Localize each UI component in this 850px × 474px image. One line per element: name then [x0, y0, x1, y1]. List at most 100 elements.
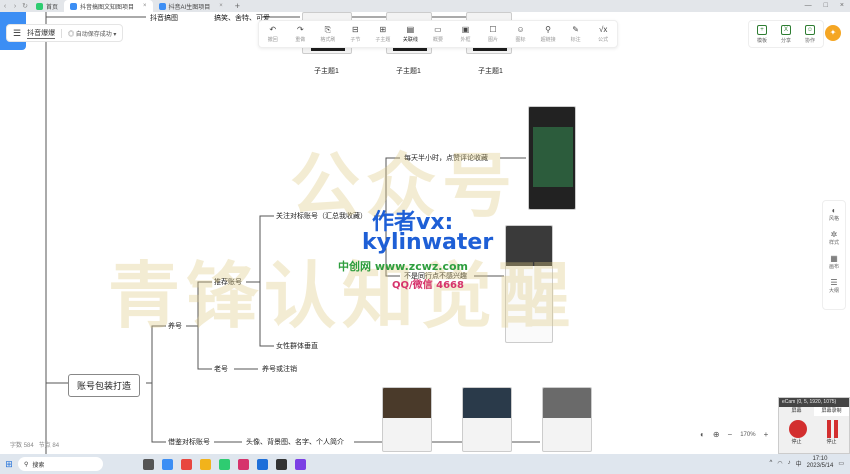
toolbar-label: 概要: [432, 37, 443, 43]
maximize-icon[interactable]: □: [824, 0, 828, 12]
toolbar-label: 子节: [350, 37, 361, 43]
toolbar-format-painter-button[interactable]: ⎘ 格式刷: [315, 25, 341, 43]
right-tool-label: 分享: [780, 37, 791, 44]
network-icon[interactable]: ◠: [777, 460, 782, 467]
doc-title[interactable]: 抖音爆爆: [27, 28, 56, 39]
subtopic-icon: ⊞: [379, 25, 387, 34]
subtopic-label[interactable]: 子主题1: [314, 66, 339, 76]
back-icon[interactable]: ‹: [0, 3, 10, 10]
share-button[interactable]: X 分享: [777, 24, 795, 44]
format-painter-icon: ⎘: [324, 25, 332, 34]
toolbar-redo-button[interactable]: ↷ 重做: [287, 25, 313, 43]
doc-stats: 字数 584 节点 84: [10, 440, 59, 449]
side-outline-button[interactable]: ☰ 大纲: [829, 278, 839, 294]
account-thumb[interactable]: [542, 387, 592, 452]
locate-icon[interactable]: ⊕: [713, 430, 720, 439]
stop-label: 停止: [791, 439, 802, 445]
toolbar-relation-line-button[interactable]: ▤ 关联线: [397, 25, 423, 43]
account-thumb[interactable]: [382, 387, 432, 452]
account-thumb[interactable]: [462, 387, 512, 452]
clock[interactable]: 17:10 2023/5/14: [807, 456, 834, 470]
template-button[interactable]: + 模板: [753, 24, 771, 44]
phone-screenshot-thumb[interactable]: [528, 106, 576, 210]
annotation-icon: ✎: [572, 25, 579, 34]
search-placeholder: 搜索: [32, 462, 45, 469]
tab-home[interactable]: 首页: [30, 0, 64, 12]
ime-indicator[interactable]: 中: [796, 459, 802, 468]
main-toolbar: ↶ 撤回 ↷ 重做 ⎘ 格式刷 ⊟ 子节 ⊞ 子主题 ▤ 关联线 ▭ 概要 ▣ 外框 ☐ 图片 ☺ 图标 ⚲ 超链接 ✎ 标注…: [258, 20, 618, 48]
assistant-icon[interactable]: ✦: [825, 25, 841, 41]
toolbar-annotation-button[interactable]: ✎ 标注: [563, 25, 589, 43]
close-window-icon[interactable]: ×: [840, 0, 844, 12]
wechat-icon[interactable]: [219, 458, 230, 470]
tray-chevron-icon[interactable]: ^: [770, 460, 773, 466]
toolbar-undo-button[interactable]: ↶ 撤回: [260, 25, 286, 43]
windows-start-icon[interactable]: ⊞: [0, 459, 18, 470]
recorder-labels: 停止 停止: [779, 438, 849, 445]
node-root[interactable]: 账号包装打造: [68, 374, 141, 397]
folder-icon[interactable]: [200, 458, 211, 470]
reload-icon[interactable]: ↻: [20, 2, 30, 10]
toolbar-icon-button[interactable]: ☺ 图标: [508, 25, 534, 43]
toolbar-child-node-button[interactable]: ⊟ 子节: [342, 25, 368, 43]
notification-icon[interactable]: ▭: [838, 460, 844, 467]
doc-header: ☰ 抖音爆爆 ◎ 自动保存成功 ▾: [6, 24, 124, 42]
hamburger-icon[interactable]: ☰: [13, 28, 21, 39]
node-duibiao-child[interactable]: 头像、背景图、名字、个人简介: [246, 437, 344, 447]
toolbar-hyperlink-button[interactable]: ⚲ 超链接: [535, 25, 561, 43]
tab-mindmap-active[interactable]: 抖音搞图文知图项目 ×: [64, 0, 153, 12]
save-status-text: 自动保存成功: [75, 31, 112, 38]
mindmap-canvas[interactable]: 抖音搞图 搞笑、舍特、可爱 子主题1 子主题1 子主题1 账号包装打造 养号 推…: [0, 12, 850, 454]
collaborate-button[interactable]: ☺ 协作: [801, 24, 819, 44]
forward-icon[interactable]: ›: [10, 3, 20, 10]
subtopic-label[interactable]: 子主题1: [478, 66, 503, 76]
close-tab-icon[interactable]: ×: [219, 3, 223, 9]
toolbar-subtopic-button[interactable]: ⊞ 子主题: [370, 25, 396, 43]
recorder-tab-record[interactable]: 屏幕录制: [814, 407, 849, 416]
recorder-app-icon[interactable]: [238, 458, 249, 470]
pause-button[interactable]: [826, 420, 840, 438]
edge-icon[interactable]: [162, 458, 173, 470]
zoom-out-button[interactable]: −: [728, 430, 733, 439]
save-status[interactable]: ◎ 自动保存成功 ▾: [68, 29, 116, 38]
theme-toggle-icon[interactable]: ◐: [700, 430, 705, 439]
app-icon[interactable]: [276, 458, 287, 470]
close-tab-icon[interactable]: ×: [143, 3, 147, 9]
toolbar-image-button[interactable]: ☐ 图片: [480, 25, 506, 43]
side-canvas-button[interactable]: ▦ 画布: [829, 254, 839, 270]
chrome-icon[interactable]: [181, 458, 192, 470]
ai-tab-icon: [158, 2, 166, 10]
side-panel-label: 样式: [828, 240, 839, 246]
app-icon[interactable]: [257, 458, 268, 470]
taskbar-apps: [143, 458, 306, 470]
toolbar-formula-button[interactable]: √x 公式: [590, 25, 616, 43]
tab-ai-project[interactable]: 抖音AI生图项目 ×: [153, 0, 229, 12]
minimize-icon[interactable]: —: [805, 0, 812, 12]
task-view-icon[interactable]: [143, 458, 154, 470]
zoom-in-button[interactable]: +: [764, 430, 769, 439]
taskbar-search[interactable]: ⚲ 搜索: [18, 457, 103, 471]
edge-root-duibiao: [151, 383, 166, 443]
tab-label: 抖音AI生图项目: [168, 4, 211, 11]
nodes-count: 84: [52, 443, 60, 449]
node-laohao-child[interactable]: 养号或注销: [262, 364, 297, 374]
new-tab-button[interactable]: +: [235, 1, 240, 11]
volume-icon[interactable]: ♪: [788, 460, 791, 466]
formula-icon: √x: [598, 25, 608, 34]
toolbar-label: 撤回: [267, 37, 278, 43]
record-stop-button[interactable]: [788, 420, 807, 438]
toolbar-summary-button[interactable]: ▭ 概要: [425, 25, 451, 43]
subtopic-label[interactable]: 子主题1: [396, 66, 421, 76]
node-laohao[interactable]: 老号: [214, 364, 228, 374]
node-top-partial[interactable]: 抖音搞图: [150, 13, 178, 23]
node-duibiao[interactable]: 借鉴对标账号: [168, 437, 210, 447]
side-format-button[interactable]: ✲ 样式: [829, 230, 839, 246]
toolbar-frame-button[interactable]: ▣ 外框: [452, 25, 478, 43]
side-style-button[interactable]: ◐ 风格: [829, 206, 839, 222]
summary-icon: ▭: [434, 25, 442, 34]
app-icon[interactable]: [295, 458, 306, 470]
relation-line-icon: ▤: [406, 25, 415, 34]
recorder-tab-screen[interactable]: 屏幕: [779, 407, 814, 416]
node-nvxing[interactable]: 女性群体垂直: [276, 341, 318, 351]
right-toolbar: + 模板 X 分享 ☺ 协作: [748, 20, 824, 48]
